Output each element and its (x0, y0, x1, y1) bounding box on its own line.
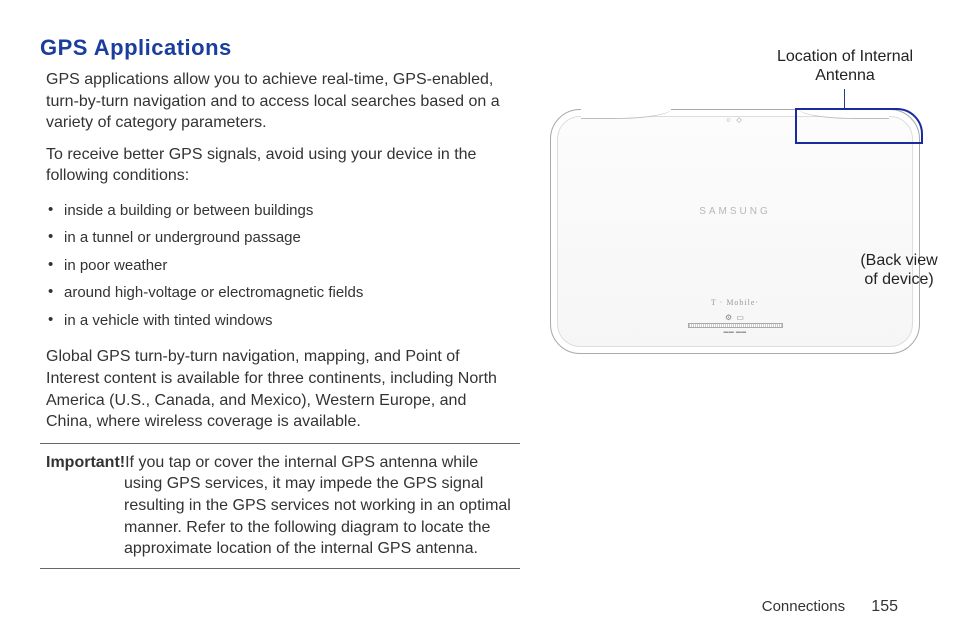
right-column: Location of Internal Antenna ○ ◇ SAMSUNG… (550, 35, 914, 569)
footer-section: Connections (762, 598, 845, 615)
important-body: If you tap or cover the internal GPS ant… (124, 452, 514, 560)
footer-page-number: 155 (871, 598, 898, 615)
back-view-label: (Back view of device) (854, 251, 944, 289)
list-item: inside a building or between buildings (48, 197, 514, 225)
list-item: in a vehicle with tinted windows (48, 307, 514, 335)
regulatory-text: ▬▬ ▬▬ (680, 329, 790, 335)
list-item: around high-voltage or electromagnetic f… (48, 279, 514, 307)
intro-paragraph-2: To receive better GPS signals, avoid usi… (46, 144, 514, 187)
antenna-label-line2: Antenna (815, 67, 875, 84)
antenna-highlight-box (795, 108, 923, 144)
left-column: GPS Applications GPS applications allow … (40, 35, 520, 569)
device-diagram: ○ ◇ SAMSUNG T · Mobile· ⚙ ▭ ▬▬ ▬▬ (550, 109, 920, 359)
important-note: Important! If you tap or cover the inter… (40, 443, 520, 569)
important-label: Important! (46, 452, 125, 474)
device-carrier-text: T · Mobile· (711, 298, 759, 307)
back-view-line2: of device) (864, 271, 933, 288)
list-item: in a tunnel or underground passage (48, 224, 514, 252)
section-heading: GPS Applications (40, 35, 520, 61)
device-top-icons: ○ ◇ (726, 116, 744, 124)
device-brand-text: SAMSUNG (699, 206, 771, 217)
regulatory-bar (688, 323, 783, 328)
device-regulatory-block: ⚙ ▭ ▬▬ ▬▬ (680, 313, 790, 335)
coverage-paragraph: Global GPS turn-by-turn navigation, mapp… (46, 346, 514, 432)
back-view-line1: (Back view (860, 252, 937, 269)
list-item: in poor weather (48, 252, 514, 280)
intro-paragraph-1: GPS applications allow you to achieve re… (46, 69, 514, 134)
device-notch (581, 109, 671, 119)
conditions-list: inside a building or between buildings i… (48, 197, 514, 335)
antenna-callout-label: Location of Internal Antenna (760, 47, 930, 85)
page-footer: Connections 155 (762, 598, 898, 616)
device-outline: ○ ◇ SAMSUNG T · Mobile· ⚙ ▭ ▬▬ ▬▬ (550, 109, 920, 354)
antenna-label-line1: Location of Internal (777, 48, 913, 65)
regulatory-icons: ⚙ ▭ (680, 313, 790, 322)
